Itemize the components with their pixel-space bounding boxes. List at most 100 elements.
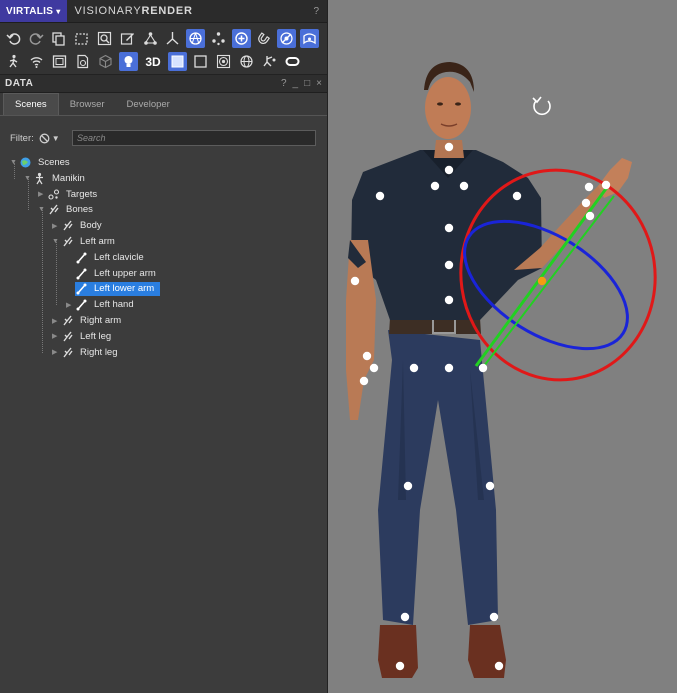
expand-right-icon[interactable]: ▶ (52, 222, 61, 230)
sphere-button[interactable] (214, 52, 233, 71)
app-name-part2: RENDER (141, 5, 193, 17)
wifi-button[interactable] (27, 52, 46, 71)
brand-label: VIRTALIS (6, 5, 54, 17)
hierarchy-icon (143, 32, 157, 45)
box-button[interactable] (191, 52, 210, 71)
light-icon (124, 56, 133, 67)
bone-chain-icon (61, 219, 74, 232)
tree-item-label: Left upper arm (94, 267, 156, 279)
redo-icon (29, 33, 44, 45)
figure-icon (33, 172, 46, 185)
edit-button[interactable] (118, 29, 137, 48)
expand-right-icon[interactable]: ▶ (52, 348, 61, 356)
search-input[interactable] (72, 130, 316, 146)
select-rect-icon (75, 33, 88, 45)
tree-item-label: Manikin (52, 172, 85, 184)
bone-icon (75, 298, 88, 311)
zoom-icon (97, 31, 112, 46)
tree-item-right-leg[interactable]: ▶ Right leg (52, 345, 124, 360)
panel-maximize-button[interactable]: □ (304, 78, 310, 89)
tree-item-body[interactable]: ▶ Body (52, 218, 108, 233)
points-button[interactable] (209, 29, 228, 48)
tree-item-left-lower-arm[interactable]: Left lower arm (66, 281, 161, 296)
axes-button[interactable] (163, 29, 182, 48)
surface-button[interactable] (300, 29, 319, 48)
tree-item-left-clavicle[interactable]: Left clavicle (66, 250, 150, 265)
expand-right-icon[interactable]: ▶ (52, 332, 61, 340)
expand-right-icon[interactable]: ▶ (66, 301, 75, 309)
filter-label: Filter: (10, 132, 34, 144)
box-icon (194, 55, 207, 68)
app-name-part1: VISIONARY (74, 5, 142, 17)
panel-help-button[interactable]: ? (281, 78, 287, 89)
tree-item-left-upper-arm[interactable]: Left upper arm (66, 266, 162, 281)
filter-none-icon[interactable] (39, 133, 50, 144)
tab-developer[interactable]: Developer (116, 93, 181, 115)
tree-item-bones[interactable]: ▼ Bones (38, 202, 99, 217)
title-bar: VIRTALIS ▾ VISIONARYRENDER ? (0, 0, 327, 23)
bone-icon (75, 282, 88, 295)
filter-caret-icon[interactable]: ▼ (52, 134, 60, 143)
toolbar: 3D (0, 23, 327, 75)
help-button[interactable]: ? (313, 6, 319, 17)
magnet-button[interactable] (255, 29, 274, 48)
add-node-button[interactable] (231, 29, 251, 48)
tree-item-label: Body (80, 220, 102, 232)
select-rect-button[interactable] (72, 29, 91, 48)
walk-button[interactable] (4, 52, 23, 71)
tree-item-right-arm[interactable]: ▶ Right arm (52, 313, 127, 328)
zoom-button[interactable] (95, 29, 114, 48)
view-square-button[interactable] (168, 52, 187, 71)
panel-close-button[interactable]: × (316, 78, 322, 89)
magnet-icon (258, 32, 271, 44)
rotate-icon[interactable] (532, 96, 551, 116)
tree-item-scenes[interactable]: ▼ Scenes (10, 155, 76, 170)
tree-guide-line (42, 210, 43, 353)
tree-item-left-hand[interactable]: ▶ Left hand (66, 297, 140, 312)
manikin-model[interactable] (346, 62, 632, 678)
hierarchy-button[interactable] (141, 29, 160, 48)
tree-item-left-leg[interactable]: ▶ Left leg (52, 329, 117, 344)
tree-item-manikin[interactable]: ▼ Manikin (24, 171, 91, 186)
tree-item-label: Left lower arm (94, 283, 155, 295)
tree-item-label: Left leg (80, 330, 112, 342)
data-tabs: Scenes Browser Developer (0, 93, 327, 116)
headset-icon (285, 57, 300, 66)
3d-viewport[interactable] (328, 0, 677, 693)
document-button[interactable] (73, 52, 92, 71)
data-panel-title: DATA (5, 78, 34, 89)
globe-button[interactable] (237, 52, 256, 71)
tree-item-targets[interactable]: ▶ Targets (38, 187, 103, 202)
tree-item-left-arm[interactable]: ▼ Left arm (52, 234, 121, 249)
mesh-button[interactable] (186, 29, 206, 48)
transform-button[interactable] (277, 29, 297, 48)
tree-item-label: Bones (66, 204, 93, 216)
undo-button[interactable] (4, 29, 23, 48)
expand-right-icon[interactable]: ▶ (38, 190, 47, 198)
tab-browser[interactable]: Browser (59, 93, 116, 115)
redo-button[interactable] (27, 29, 46, 48)
panel-minimize-button[interactable]: _ (293, 78, 299, 89)
light-button[interactable] (119, 52, 138, 71)
globe-icon (19, 156, 32, 169)
tree-guide-line (14, 163, 15, 179)
view-3d-button[interactable]: 3D (142, 52, 164, 71)
copy-button[interactable] (50, 29, 69, 48)
sphere-icon (216, 54, 231, 69)
gizmo-button[interactable] (260, 52, 279, 71)
layout-button[interactable] (50, 52, 69, 71)
bone-chain-icon (61, 235, 74, 248)
brand-menu[interactable]: VIRTALIS ▾ (0, 0, 67, 22)
tree-guide-line (28, 179, 29, 210)
tree-item-label: Scenes (38, 157, 70, 168)
tree-item-label: Left hand (94, 299, 134, 311)
tab-scenes[interactable]: Scenes (3, 93, 59, 115)
viewport-canvas[interactable] (328, 0, 677, 693)
cube-icon (99, 54, 112, 69)
cube-button[interactable] (96, 52, 115, 71)
transform-icon (280, 32, 293, 45)
layout-icon (52, 55, 67, 68)
tree-item-label: Right arm (80, 315, 122, 326)
expand-right-icon[interactable]: ▶ (52, 317, 61, 325)
headset-button[interactable] (283, 52, 302, 71)
